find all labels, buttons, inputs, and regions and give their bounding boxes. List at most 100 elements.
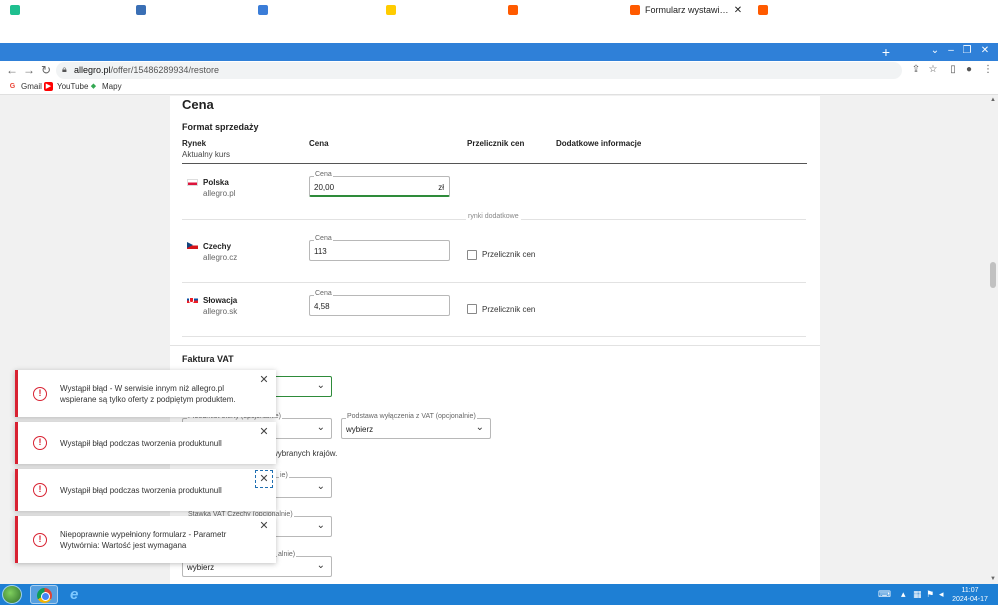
tab-close-icon[interactable]: ✕ (606, 5, 618, 16)
keyboard-icon[interactable]: ⌨ (878, 589, 891, 599)
close-icon[interactable]: ✕ (258, 426, 270, 438)
bookmark-star-icon[interactable]: ☆ (926, 63, 940, 77)
tray-expand-icon[interactable]: ▴ (901, 589, 906, 599)
bookmark-label: YouTube (57, 82, 89, 91)
tab-label: Poczta w Interii (151, 5, 213, 15)
tab-asortyment[interactable]: Mój asortyment - Allegro ✕ (502, 2, 622, 18)
close-icon[interactable]: ✕ (258, 520, 270, 532)
new-tab-button[interactable]: + (880, 44, 892, 60)
field-value: 4,58 (314, 302, 330, 311)
market-domain-czechy: allegro.cz (203, 253, 238, 262)
bookmark-youtube[interactable]: ▶ YouTube (44, 82, 88, 91)
scroll-down-icon[interactable]: ▼ (990, 576, 996, 582)
taskbar-internet-explorer[interactable]: e (64, 585, 92, 604)
scroll-up-icon[interactable]: ▲ (990, 97, 996, 103)
additional-markets-label: rynki dodatkowe (466, 213, 521, 220)
menu-kebab-icon[interactable]: ⋮ (981, 63, 995, 77)
baselinker-favicon-icon (258, 5, 268, 15)
price-input-polska[interactable]: Cena 20,00 zł (309, 171, 450, 197)
market-name-czechy: Czechy (203, 242, 232, 251)
column-header-info: Dodatkowe informacje (556, 139, 642, 148)
flag-tray-icon[interactable]: ⚑ (926, 589, 934, 599)
tab-inpost[interactable]: InPost - Manager paczek ✕ (380, 2, 500, 18)
allegro-favicon-icon (758, 5, 768, 15)
row-divider (182, 336, 806, 337)
price-input-slowacja[interactable]: Cena 4,58 (309, 290, 450, 316)
taskbar-clock[interactable]: 11:07 2024-04-17 (952, 586, 988, 604)
close-icon[interactable]: ✕ (258, 374, 270, 386)
youtube-icon: ▶ (44, 82, 53, 91)
tab-close-icon[interactable]: ✕ (732, 5, 744, 16)
close-icon[interactable]: ✕ (255, 470, 273, 488)
page-scrollbar[interactable] (988, 96, 998, 584)
tab-olx[interactable]: Ogłoszenia - Sprzedam, kupię na ✕ (4, 2, 128, 18)
bookmark-label: Gmail (21, 82, 42, 91)
olx-favicon-icon (10, 5, 20, 15)
close-window-icon[interactable]: ✕ (978, 44, 992, 58)
tab-formularz[interactable]: Formularz wystawiania ✕ (624, 2, 748, 18)
restore-icon[interactable]: ❐ (960, 44, 974, 58)
url-field[interactable]: 🔒︎ allegro.pl/offer/15486289934/restore … (56, 62, 920, 79)
network-icon[interactable]: ▦ (913, 589, 922, 599)
error-icon: ! (33, 436, 47, 450)
calculator-label-czechy: Przelicznik cen (482, 250, 536, 259)
toast-message: Wystąpił błąd - W serwisie innym niż all… (60, 384, 236, 404)
select-value: wybierz (187, 563, 215, 572)
tab-interia[interactable]: Poczta w Interii ✕ (130, 2, 250, 18)
column-header-price: Cena (309, 139, 329, 148)
tab-close-icon[interactable]: ✕ (484, 5, 496, 16)
reload-icon[interactable]: ↻ (38, 62, 54, 78)
header-divider (182, 163, 807, 164)
scrollbar-thumb[interactable] (990, 262, 996, 288)
tab-close-icon[interactable]: ✕ (362, 5, 374, 16)
allegro-favicon-icon (630, 5, 640, 15)
tab-baselinker[interactable]: BaseLinker - zarządzanie sprzedaż ✕ (252, 2, 378, 18)
clock-date: 2024-04-17 (952, 596, 988, 603)
select-label: alnie) (277, 551, 297, 558)
vat-exemption-select[interactable]: Podstawa wyłączenia z VAT (opcjonalnie) … (341, 413, 491, 439)
market-name-polska: Polska (203, 178, 229, 187)
url-host: allegro.pl (74, 65, 111, 75)
browser-tab-bar (0, 43, 998, 61)
share-icon[interactable]: ⇪ (909, 63, 923, 77)
field-label: Cena (314, 171, 333, 178)
poland-flag-icon (187, 179, 198, 186)
tab-search-chevron-icon[interactable]: ⌄ (928, 44, 942, 58)
select-value: wybierz (346, 425, 374, 434)
field-value: 113 (314, 247, 327, 256)
tab-nowa-wiadomosc[interactable]: Nowa wiadomość - Społeczność ✕ (752, 2, 872, 18)
internet-explorer-icon: e (70, 586, 79, 603)
bookmark-label: Mapy (102, 82, 122, 91)
volume-icon[interactable]: ◂ (939, 589, 944, 599)
tab-label: Mój asortyment - Allegro (523, 5, 606, 15)
start-button[interactable] (2, 585, 22, 604)
tab-close-icon[interactable]: ✕ (234, 5, 246, 16)
error-toast: ! Wystąpił błąd - W serwisie innym niż a… (15, 370, 276, 417)
back-icon[interactable]: ← (4, 62, 20, 78)
toast-message: Wystąpił błąd podczas tworzenia produktu… (60, 486, 222, 495)
bookmark-gmail[interactable]: G Gmail (8, 82, 42, 91)
vat-section-title: Faktura VAT (182, 354, 234, 364)
sidebar-icon[interactable]: ▯ (946, 63, 960, 77)
market-domain-slowacja: allegro.sk (203, 307, 238, 316)
windows-taskbar (0, 584, 998, 605)
taskbar-chrome[interactable] (30, 585, 58, 604)
calculator-checkbox-slowacja[interactable] (467, 304, 477, 314)
calculator-checkbox-czechy[interactable] (467, 250, 477, 260)
profile-icon[interactable]: ● (962, 63, 976, 77)
tab-close-icon[interactable]: ✕ (856, 5, 868, 16)
price-input-czechy[interactable]: Cena 113 (309, 235, 450, 261)
minimize-icon[interactable]: – (944, 44, 958, 58)
calculator-label-slowacja: Przelicznik cen (482, 305, 536, 314)
chrome-icon (37, 588, 52, 603)
forward-icon[interactable]: → (21, 62, 37, 78)
section-title-cena: Cena (182, 97, 214, 112)
bookmark-mapy[interactable]: ◆ Mapy (89, 82, 122, 91)
mail-favicon-icon (136, 5, 146, 15)
select-label: Podstawa wyłączenia z VAT (opcjonalnie) (346, 413, 477, 420)
tab-label: InPost - Manager paczek (401, 5, 484, 15)
section-divider (170, 345, 820, 346)
market-name-slowacja: Słowacja (203, 296, 238, 305)
lock-icon: 🔒︎ (62, 64, 67, 74)
tab-close-icon[interactable]: ✕ (112, 5, 124, 16)
